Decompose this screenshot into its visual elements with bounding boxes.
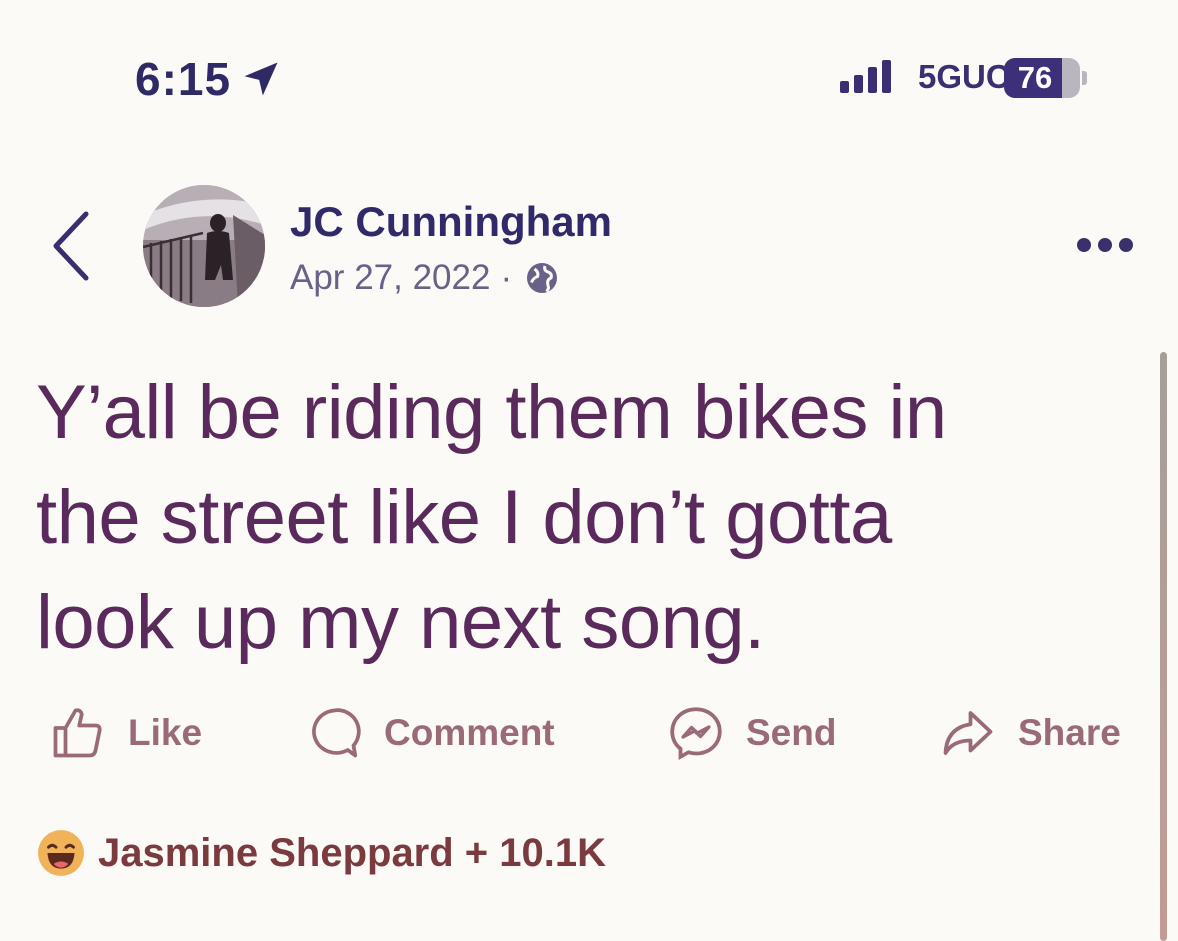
comment-bubble-icon [312, 708, 361, 758]
comment-button[interactable]: Comment [304, 700, 555, 766]
comment-label: Comment [384, 712, 555, 753]
messenger-icon [670, 707, 722, 760]
back-chevron-icon[interactable] [48, 210, 94, 282]
author-name[interactable]: JC Cunningham [290, 198, 612, 246]
post-date[interactable]: Apr 27, 2022 [290, 258, 490, 298]
globe-icon [527, 263, 558, 293]
scrollbar[interactable] [1160, 352, 1167, 941]
post-text-line: look up my next song. [36, 580, 765, 665]
meta-separator: · [500, 258, 513, 297]
share-label: Share [1018, 712, 1121, 753]
like-button[interactable]: Like [48, 700, 202, 766]
network-type: 5GUC [918, 58, 1010, 95]
more-options-icon[interactable] [1077, 238, 1133, 252]
laughing-face-icon [38, 830, 84, 876]
reactions-text: Jasmine Sheppard + 10.1K [98, 830, 607, 875]
share-arrow-icon [943, 711, 993, 755]
post-text-line: the street like I don’t gotta [36, 475, 892, 560]
battery-icon: 76 [1004, 58, 1080, 98]
status-time-text: 6:15 [135, 53, 232, 105]
avatar[interactable] [143, 185, 265, 307]
share-button[interactable]: Share [938, 700, 1121, 766]
battery-tip [1082, 71, 1087, 85]
send-label: Send [746, 712, 837, 753]
avatar-photo [143, 185, 265, 307]
battery-percentage: 76 [1017, 60, 1053, 95]
reactions-summary[interactable]: Jasmine Sheppard + 10.1K [36, 828, 606, 878]
cellular-signal-icon [840, 60, 891, 93]
post-text: Y’all be riding them bikes in the street… [36, 360, 1136, 675]
thumbs-up-icon [53, 708, 102, 758]
post-text-line: Y’all be riding them bikes in [36, 370, 947, 455]
like-label: Like [128, 712, 203, 753]
post-meta: Apr 27, 2022 · [290, 258, 560, 298]
location-arrow-icon [244, 62, 278, 96]
post-actions-bar: Like Comment Send Share [48, 700, 1148, 770]
send-button[interactable]: Send [666, 700, 836, 766]
facebook-post-screen: 6:15 5GUC 76 JC Cunningham Apr 27, 2022 … [0, 0, 1178, 941]
status-time: 6:15 [135, 52, 283, 106]
